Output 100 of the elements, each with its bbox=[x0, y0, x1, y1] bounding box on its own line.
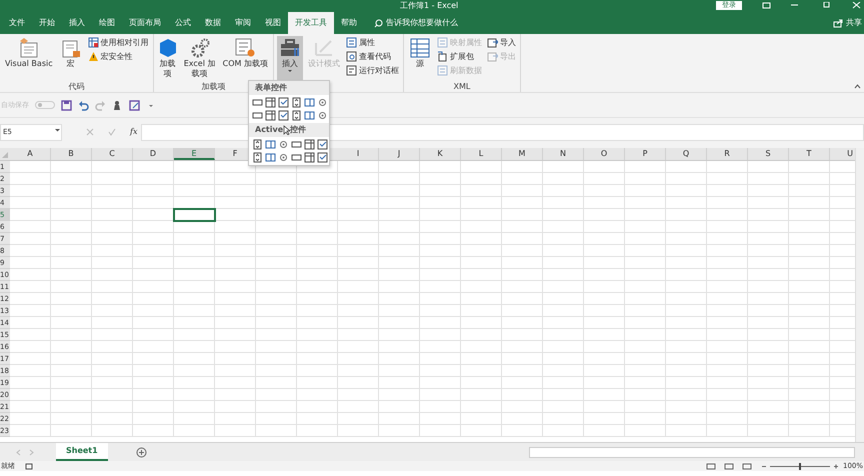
collapse-ribbon-icon[interactable] bbox=[854, 84, 861, 89]
ribbon-button[interactable]: Visual Basic bbox=[3, 36, 55, 81]
ribbon-tab[interactable]: 帮助 bbox=[334, 12, 364, 34]
zoom-slider-icon[interactable] bbox=[760, 462, 840, 470]
check-icon[interactable] bbox=[108, 128, 116, 136]
gear-icon bbox=[188, 37, 211, 59]
ribbon-button[interactable]: 属性 bbox=[344, 36, 400, 49]
button-control-icon[interactable] bbox=[291, 152, 302, 163]
column-header[interactable]: J bbox=[379, 148, 420, 160]
ribbon-display-icon[interactable] bbox=[762, 2, 771, 9]
checkbox-icon[interactable] bbox=[317, 139, 328, 150]
ribbon-button[interactable]: 使用相对引用 bbox=[86, 36, 150, 49]
spinner-icon[interactable] bbox=[252, 139, 263, 150]
undo-icon[interactable] bbox=[78, 100, 89, 110]
ribbon-button[interactable]: 源 bbox=[406, 36, 433, 81]
formula-input[interactable] bbox=[141, 124, 864, 140]
ribbon-tab[interactable]: 公式 bbox=[168, 12, 198, 34]
page-layout-icon[interactable] bbox=[724, 462, 734, 470]
column-header[interactable]: S bbox=[748, 148, 789, 160]
column-header[interactable]: R bbox=[707, 148, 748, 160]
ribbon-button[interactable]: 宏安全性 bbox=[86, 50, 150, 63]
properties-icon bbox=[436, 37, 448, 48]
ribbon-button[interactable]: 宏 bbox=[58, 36, 84, 81]
column-header[interactable]: O bbox=[584, 148, 625, 160]
combo-box-icon[interactable] bbox=[304, 152, 315, 163]
checkbox-icon[interactable] bbox=[278, 97, 289, 108]
column-header[interactable]: N bbox=[543, 148, 584, 160]
column-header[interactable]: P bbox=[625, 148, 666, 160]
column-header[interactable]: K bbox=[420, 148, 461, 160]
save-icon[interactable] bbox=[61, 100, 72, 110]
combo-box-icon[interactable] bbox=[265, 97, 276, 108]
column-header[interactable]: E bbox=[174, 148, 215, 160]
ribbon-tab[interactable]: 文件 bbox=[2, 12, 32, 34]
spinner-icon[interactable] bbox=[252, 152, 263, 163]
ribbon-button[interactable]: COM 加载项 bbox=[220, 36, 270, 81]
list-box-icon[interactable] bbox=[265, 139, 276, 150]
combo-box-icon[interactable] bbox=[304, 139, 315, 150]
combo-box-icon[interactable] bbox=[265, 110, 276, 121]
button-control-icon[interactable] bbox=[252, 110, 263, 121]
ribbon-button[interactable]: 查看代码 bbox=[344, 50, 400, 63]
add-sheet-icon[interactable] bbox=[136, 446, 147, 458]
list-box-icon[interactable] bbox=[304, 110, 315, 121]
radio-icon[interactable] bbox=[317, 110, 328, 121]
code-sheet-icon bbox=[18, 37, 40, 59]
ribbon-tab[interactable]: 页面布局 bbox=[122, 12, 168, 34]
group-label: 加载项 bbox=[201, 82, 226, 91]
search-icon[interactable] bbox=[374, 18, 383, 28]
column-header[interactable]: Q bbox=[666, 148, 707, 160]
column-header[interactable]: L bbox=[461, 148, 502, 160]
restore-icon[interactable] bbox=[822, 2, 831, 9]
toolbox-icon bbox=[278, 37, 301, 59]
menu-section-title: 控件 bbox=[290, 124, 306, 136]
vertical-scrollbar[interactable] bbox=[855, 148, 864, 442]
page-break-icon[interactable] bbox=[742, 462, 752, 470]
list-box-icon[interactable] bbox=[265, 152, 276, 163]
list-box-icon[interactable] bbox=[304, 97, 315, 108]
record-macro-icon[interactable] bbox=[25, 462, 33, 470]
ribbon-tab[interactable]: 绘图 bbox=[92, 12, 122, 34]
ribbon-tab[interactable]: 数据 bbox=[198, 12, 228, 34]
spinner-icon[interactable] bbox=[291, 110, 302, 121]
button-control-icon[interactable] bbox=[252, 97, 263, 108]
save-as-icon[interactable] bbox=[129, 100, 140, 110]
ribbon-tab[interactable]: 视图 bbox=[258, 12, 288, 34]
checkbox-icon[interactable] bbox=[317, 152, 328, 163]
ribbon-button[interactable]: 加载项 bbox=[156, 36, 179, 81]
horizontal-scrollbar[interactable] bbox=[529, 446, 855, 458]
ribbon-tab[interactable]: 开始 bbox=[32, 12, 62, 34]
radio-icon[interactable] bbox=[278, 152, 289, 163]
radio-icon[interactable] bbox=[278, 139, 289, 150]
column-header[interactable]: B bbox=[51, 148, 92, 160]
ribbon-button[interactable]: 导入 bbox=[486, 36, 517, 49]
warning-icon bbox=[88, 51, 99, 62]
close-icon[interactable] bbox=[852, 2, 861, 9]
button-control-icon[interactable] bbox=[291, 139, 302, 150]
ribbon-tab[interactable]: 审阅 bbox=[228, 12, 258, 34]
checkbox-icon[interactable] bbox=[278, 110, 289, 121]
insert-function-button[interactable]: fx bbox=[130, 126, 138, 138]
column-header[interactable]: I bbox=[338, 148, 379, 160]
autosave-toggle[interactable] bbox=[35, 101, 55, 109]
column-header[interactable]: M bbox=[502, 148, 543, 160]
spinner-icon[interactable] bbox=[291, 97, 302, 108]
selected-cell[interactable] bbox=[173, 208, 216, 222]
ribbon-button[interactable]: Excel 加载项 bbox=[182, 36, 218, 81]
properties-icon bbox=[436, 65, 448, 76]
ribbon-button[interactable]: 插入 bbox=[276, 36, 303, 81]
ribbon-tab[interactable]: 插入 bbox=[62, 12, 92, 34]
column-header[interactable]: A bbox=[10, 148, 51, 160]
column-header[interactable]: T bbox=[789, 148, 830, 160]
share-icon[interactable] bbox=[833, 18, 843, 28]
ribbon-tab[interactable]: 开发工具 bbox=[288, 12, 334, 34]
ribbon-button[interactable]: 运行对话框 bbox=[344, 64, 400, 77]
table-icon bbox=[408, 37, 431, 59]
tell-me-field[interactable]: 告诉我你想要做什么 bbox=[386, 12, 458, 34]
share-button[interactable]: 共享 bbox=[846, 12, 862, 34]
column-header[interactable]: C bbox=[92, 148, 133, 160]
sheet-tab[interactable]: Sheet1 bbox=[56, 443, 108, 461]
ribbon-button[interactable]: 扩展包 bbox=[436, 50, 483, 63]
normal-view-icon[interactable] bbox=[706, 462, 716, 470]
package-icon bbox=[436, 51, 448, 62]
radio-icon[interactable] bbox=[317, 97, 328, 108]
